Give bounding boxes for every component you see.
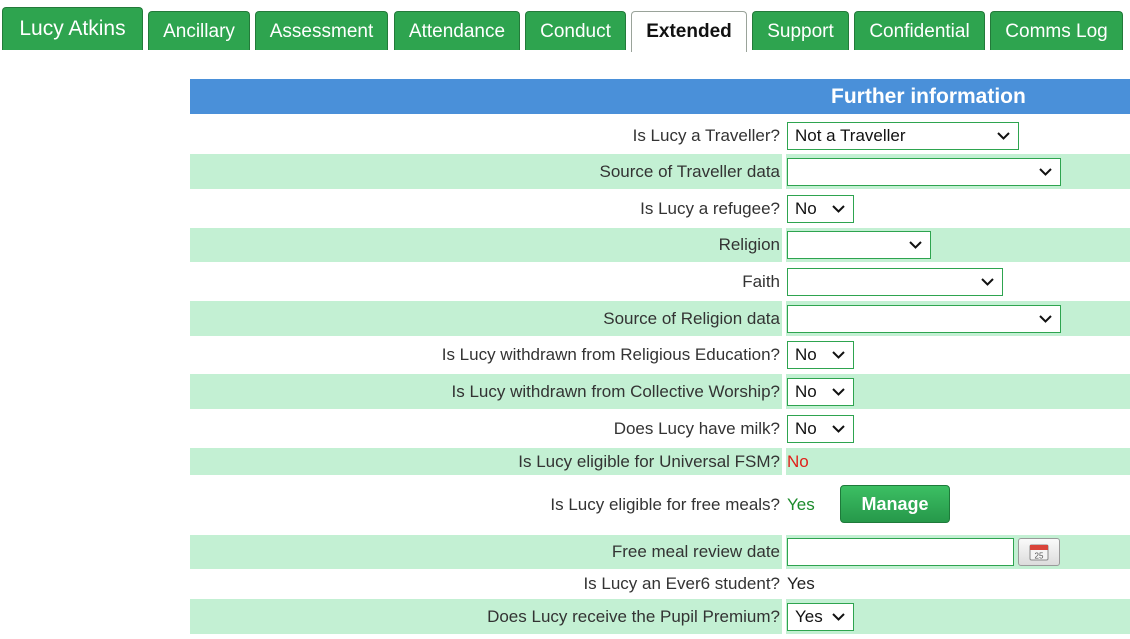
row-milk: Does Lucy have milk? No bbox=[190, 409, 1130, 448]
tab-confidential[interactable]: Confidential bbox=[854, 11, 985, 50]
religion-source-select[interactable] bbox=[787, 304, 1061, 333]
withdrawn-worship-select[interactable]: No bbox=[787, 377, 854, 406]
traveller-select-value: Not a Traveller bbox=[795, 125, 906, 145]
tab-ancillary[interactable]: Ancillary bbox=[148, 11, 250, 50]
traveller-source-label: Source of Traveller data bbox=[599, 161, 780, 181]
withdrawn-worship-select-value: No bbox=[795, 381, 817, 401]
tab-assessment[interactable]: Assessment bbox=[255, 11, 388, 50]
tab-conduct[interactable]: Conduct bbox=[525, 11, 626, 50]
tab-student-name[interactable]: Lucy Atkins bbox=[2, 7, 143, 50]
row-separator bbox=[782, 599, 786, 634]
withdrawn-re-select[interactable]: No bbox=[787, 341, 854, 369]
manage-button[interactable]: Manage bbox=[840, 485, 950, 523]
calendar-icon: 25 bbox=[1029, 544, 1049, 561]
refugee-select-value: No bbox=[795, 198, 817, 218]
faith-label: Faith bbox=[742, 271, 780, 291]
review-date-input[interactable] bbox=[787, 538, 1014, 566]
chevron-down-icon bbox=[1039, 159, 1052, 185]
traveller-select[interactable]: Not a Traveller bbox=[787, 121, 1019, 150]
religion-label: Religion bbox=[718, 235, 780, 254]
pupil-premium-select-value: Yes bbox=[795, 606, 823, 626]
chevron-down-icon bbox=[909, 232, 922, 258]
ever6-label: Is Lucy an Ever6 student? bbox=[583, 574, 780, 593]
row-refugee: Is Lucy a refugee? No bbox=[190, 189, 1130, 228]
universal-fsm-value: No bbox=[787, 451, 809, 471]
row-ever6: Is Lucy an Ever6 student? Yes bbox=[190, 569, 1130, 599]
row-religion-source: Source of Religion data bbox=[190, 301, 1130, 336]
row-religion: Religion bbox=[190, 228, 1130, 262]
review-date-label: Free meal review date bbox=[611, 542, 780, 561]
tab-attendance[interactable]: Attendance bbox=[394, 11, 520, 50]
row-withdrawn-re: Is Lucy withdrawn from Religious Educati… bbox=[190, 336, 1130, 374]
universal-fsm-label: Is Lucy eligible for Universal FSM? bbox=[518, 451, 780, 471]
withdrawn-re-label: Is Lucy withdrawn from Religious Educati… bbox=[441, 345, 780, 364]
row-separator bbox=[782, 448, 786, 475]
section-header: Further information bbox=[190, 79, 1130, 114]
religion-select[interactable] bbox=[787, 231, 931, 259]
chevron-down-icon bbox=[997, 123, 1010, 149]
pupil-premium-select[interactable]: Yes bbox=[787, 602, 854, 631]
traveller-label: Is Lucy a Traveller? bbox=[632, 125, 780, 145]
traveller-source-select[interactable] bbox=[787, 157, 1061, 186]
row-separator bbox=[782, 535, 786, 569]
chevron-down-icon bbox=[832, 196, 845, 222]
row-universal-fsm: Is Lucy eligible for Universal FSM? No bbox=[190, 448, 1130, 475]
row-separator bbox=[782, 228, 786, 262]
chevron-down-icon bbox=[832, 379, 845, 405]
milk-select-value: No bbox=[795, 418, 817, 438]
chevron-down-icon bbox=[832, 342, 845, 368]
tab-comms-log[interactable]: Comms Log bbox=[990, 11, 1123, 50]
free-meals-value: Yes bbox=[787, 495, 815, 514]
religion-source-label: Source of Religion data bbox=[603, 308, 780, 328]
row-separator bbox=[782, 154, 786, 189]
calendar-button[interactable]: 25 bbox=[1018, 538, 1060, 566]
tab-support[interactable]: Support bbox=[752, 11, 849, 50]
chevron-down-icon bbox=[832, 416, 845, 442]
chevron-down-icon bbox=[1039, 306, 1052, 332]
row-withdrawn-worship: Is Lucy withdrawn from Collective Worshi… bbox=[190, 374, 1130, 409]
faith-select[interactable] bbox=[787, 267, 1003, 296]
free-meals-label: Is Lucy eligible for free meals? bbox=[550, 495, 780, 514]
calendar-icon-text: 25 bbox=[1035, 552, 1044, 561]
row-traveller-source: Source of Traveller data bbox=[190, 154, 1130, 189]
refugee-label: Is Lucy a refugee? bbox=[640, 198, 780, 218]
pupil-premium-label: Does Lucy receive the Pupil Premium? bbox=[487, 606, 780, 626]
withdrawn-worship-label: Is Lucy withdrawn from Collective Worshi… bbox=[451, 381, 780, 401]
section-title: Further information bbox=[831, 85, 1026, 108]
withdrawn-re-select-value: No bbox=[795, 345, 817, 364]
refugee-select[interactable]: No bbox=[787, 194, 854, 223]
tab-extended[interactable]: Extended bbox=[631, 11, 747, 52]
milk-select[interactable]: No bbox=[787, 414, 854, 443]
row-separator bbox=[782, 374, 786, 409]
chevron-down-icon bbox=[832, 604, 845, 630]
row-traveller: Is Lucy a Traveller? Not a Traveller bbox=[190, 117, 1130, 154]
row-free-meals: Is Lucy eligible for free meals? Yes Man… bbox=[190, 475, 1130, 535]
row-review-date: Free meal review date 25 bbox=[190, 535, 1130, 569]
milk-label: Does Lucy have milk? bbox=[613, 418, 780, 438]
tab-bar: Lucy Atkins Ancillary Assessment Attenda… bbox=[0, 0, 1130, 52]
row-separator bbox=[782, 301, 786, 336]
row-pupil-premium: Does Lucy receive the Pupil Premium? Yes bbox=[190, 599, 1130, 634]
ever6-value: Yes bbox=[787, 574, 815, 593]
row-faith: Faith bbox=[190, 262, 1130, 301]
chevron-down-icon bbox=[981, 269, 994, 295]
